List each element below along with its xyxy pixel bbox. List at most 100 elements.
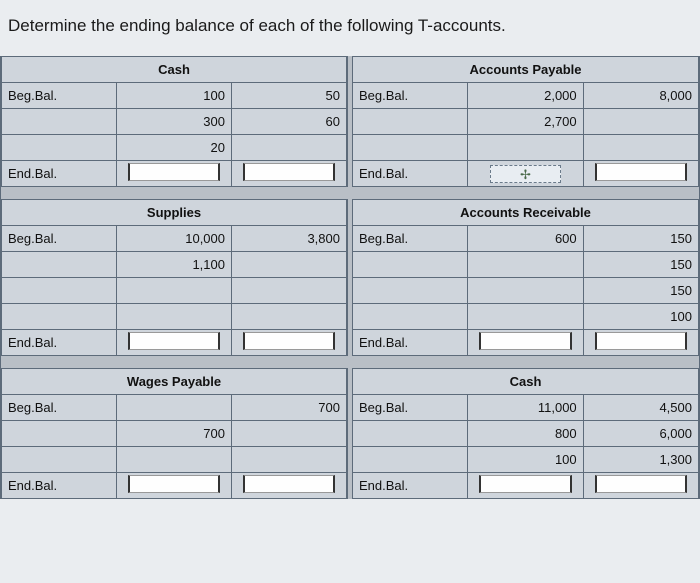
row-label	[2, 252, 117, 278]
end-balance-credit-input[interactable]	[595, 163, 687, 181]
credit-cell: 3,800	[232, 226, 347, 252]
debit-cell: 100	[468, 447, 583, 473]
end-balance-label: End.Bal.	[2, 473, 117, 499]
debit-cell: 2,700	[468, 109, 583, 135]
end-balance-debit	[117, 330, 232, 356]
credit-cell: 100	[583, 304, 698, 330]
account-row: CashBeg.Bal.100503006020End.Bal.Accounts…	[0, 56, 700, 187]
end-balance-credit-input[interactable]	[595, 332, 687, 350]
row-label: Beg.Bal.	[353, 226, 468, 252]
t-account-left: Wages PayableBeg.Bal.700700End.Bal.	[0, 368, 348, 499]
t-account-right: CashBeg.Bal.11,0004,5008006,0001001,300E…	[352, 368, 700, 499]
debit-cell	[468, 304, 583, 330]
credit-cell: 150	[583, 226, 698, 252]
row-label: Beg.Bal.	[353, 83, 468, 109]
account-row: SuppliesBeg.Bal.10,0003,8001,100End.Bal.…	[0, 199, 700, 356]
debit-cell: 10,000	[117, 226, 232, 252]
end-balance-debit-input[interactable]	[128, 163, 220, 181]
end-balance-credit-input[interactable]	[243, 163, 335, 181]
t-account-table: CashBeg.Bal.11,0004,5008006,0001001,300E…	[352, 368, 699, 499]
end-balance-credit	[232, 330, 347, 356]
t-account-table: Accounts PayableBeg.Bal.2,0008,0002,700E…	[352, 56, 699, 187]
row-label	[2, 135, 117, 161]
row-label: Beg.Bal.	[2, 83, 117, 109]
row-label: Beg.Bal.	[353, 395, 468, 421]
row-label	[2, 304, 117, 330]
end-balance-credit	[583, 330, 698, 356]
question-text: Determine the ending balance of each of …	[0, 0, 700, 56]
debit-cell: 800	[468, 421, 583, 447]
end-balance-label: End.Bal.	[2, 161, 117, 187]
debit-cell: 100	[117, 83, 232, 109]
end-balance-credit	[583, 161, 698, 187]
end-balance-credit	[232, 473, 347, 499]
credit-cell	[232, 304, 347, 330]
end-balance-credit	[583, 473, 698, 499]
end-balance-debit-input[interactable]	[479, 332, 571, 350]
row-spacer	[0, 356, 700, 368]
end-balance-credit-input[interactable]	[595, 475, 687, 493]
row-label	[353, 447, 468, 473]
t-account-table: Wages PayableBeg.Bal.700700End.Bal.	[1, 368, 347, 499]
row-label	[353, 135, 468, 161]
credit-cell: 700	[232, 395, 347, 421]
row-spacer	[0, 187, 700, 199]
row-label	[2, 278, 117, 304]
end-balance-debit: ✢	[468, 161, 583, 187]
end-balance-debit-input[interactable]	[479, 475, 571, 493]
credit-cell	[583, 109, 698, 135]
credit-cell: 50	[232, 83, 347, 109]
plus-icon[interactable]: ✢	[490, 165, 562, 183]
account-title: Accounts Receivable	[353, 200, 699, 226]
debit-cell: 1,100	[117, 252, 232, 278]
row-label: Beg.Bal.	[2, 226, 117, 252]
t-account-left: SuppliesBeg.Bal.10,0003,8001,100 End.Bal.	[0, 199, 348, 356]
debit-cell: 20	[117, 135, 232, 161]
credit-cell: 8,000	[583, 83, 698, 109]
credit-cell	[232, 447, 347, 473]
t-account-right: Accounts ReceivableBeg.Bal.6001501501501…	[352, 199, 700, 356]
t-account-table: SuppliesBeg.Bal.10,0003,8001,100 End.Bal.	[1, 199, 347, 356]
end-balance-debit-input[interactable]	[128, 475, 220, 493]
account-row: Wages PayableBeg.Bal.700700End.Bal.CashB…	[0, 368, 700, 499]
debit-cell	[468, 252, 583, 278]
credit-cell	[232, 135, 347, 161]
debit-cell	[117, 395, 232, 421]
t-account-right: Accounts PayableBeg.Bal.2,0008,0002,700E…	[352, 56, 700, 187]
account-title: Supplies	[2, 200, 347, 226]
debit-cell: 700	[117, 421, 232, 447]
debit-cell	[117, 278, 232, 304]
credit-cell: 150	[583, 252, 698, 278]
row-label	[2, 421, 117, 447]
credit-cell: 60	[232, 109, 347, 135]
end-balance-debit-input[interactable]	[128, 332, 220, 350]
end-balance-debit	[117, 473, 232, 499]
debit-cell	[117, 447, 232, 473]
account-title: Wages Payable	[2, 369, 347, 395]
account-title: Cash	[353, 369, 699, 395]
row-label	[2, 109, 117, 135]
credit-cell: 150	[583, 278, 698, 304]
row-label: Beg.Bal.	[2, 395, 117, 421]
t-account-left: CashBeg.Bal.100503006020End.Bal.	[0, 56, 348, 187]
credit-cell	[232, 278, 347, 304]
accounts-grid: CashBeg.Bal.100503006020End.Bal.Accounts…	[0, 56, 700, 499]
end-balance-debit	[468, 330, 583, 356]
debit-cell: 2,000	[468, 83, 583, 109]
account-title: Cash	[2, 57, 347, 83]
end-balance-label: End.Bal.	[353, 473, 468, 499]
end-balance-credit-input[interactable]	[243, 332, 335, 350]
t-account-table: CashBeg.Bal.100503006020End.Bal.	[1, 56, 347, 187]
end-balance-label: End.Bal.	[2, 330, 117, 356]
debit-cell: 600	[468, 226, 583, 252]
row-label	[353, 252, 468, 278]
debit-cell	[468, 135, 583, 161]
credit-cell	[232, 252, 347, 278]
debit-cell	[117, 304, 232, 330]
end-balance-credit-input[interactable]	[243, 475, 335, 493]
credit-cell	[583, 135, 698, 161]
t-account-table: Accounts ReceivableBeg.Bal.6001501501501…	[352, 199, 699, 356]
row-label	[353, 421, 468, 447]
credit-cell: 4,500	[583, 395, 698, 421]
debit-cell: 300	[117, 109, 232, 135]
